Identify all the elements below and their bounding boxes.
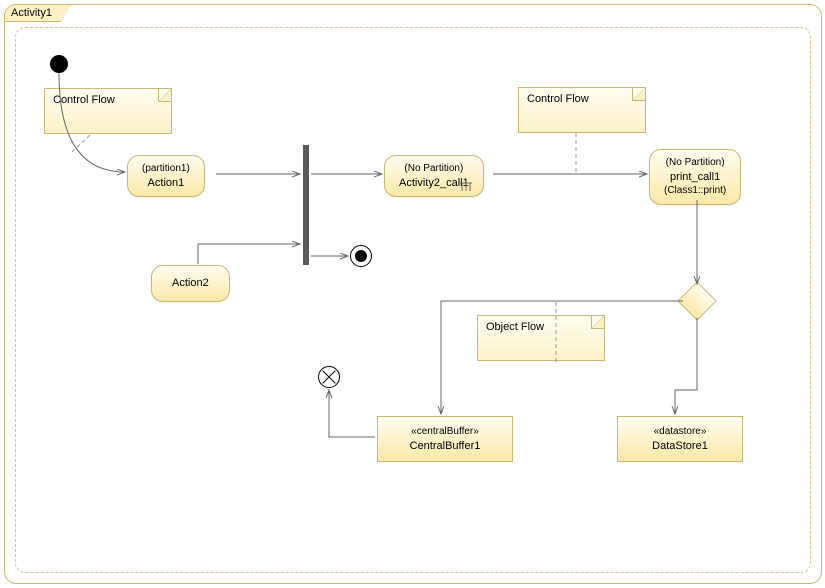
frame-title: Activity1 [5, 5, 71, 22]
action-print-call: (No Partition) print_call1 (Class1::prin… [649, 149, 741, 205]
note-control-flow-1: Control Flow [44, 88, 172, 134]
fork-bar [303, 145, 309, 265]
stereotype: «centralBuffer» [390, 425, 500, 439]
central-buffer-node: «centralBuffer» CentralBuffer1 [377, 416, 513, 462]
action-label: print_call1 [664, 170, 726, 185]
note-text: Object Flow [486, 321, 544, 333]
initial-node [50, 55, 68, 73]
stereotype: «datastore» [630, 425, 730, 439]
note-object-flow: Object Flow [477, 315, 605, 361]
action-partition: (No Partition) [399, 162, 469, 176]
object-label: DataStore1 [630, 439, 730, 454]
action-activity2-call: (No Partition) Activity2_call1 [384, 155, 484, 197]
action-label: Action1 [142, 176, 190, 191]
activity-final-node [350, 245, 372, 267]
object-label: CentralBuffer1 [390, 439, 500, 454]
flow-final-node [318, 366, 340, 388]
action-action2: Action2 [151, 265, 230, 302]
action-partition: (partition1) [142, 162, 190, 176]
rake-icon [459, 182, 473, 192]
action-label: Action2 [172, 276, 209, 291]
note-text: Control Flow [527, 93, 589, 105]
action-partition: (No Partition) [664, 156, 726, 170]
note-control-flow-2: Control Flow [518, 87, 646, 133]
note-text: Control Flow [53, 94, 115, 106]
action-sub: (Class1::print) [664, 184, 726, 198]
data-store-node: «datastore» DataStore1 [617, 416, 743, 462]
action-action1: (partition1) Action1 [127, 155, 205, 197]
